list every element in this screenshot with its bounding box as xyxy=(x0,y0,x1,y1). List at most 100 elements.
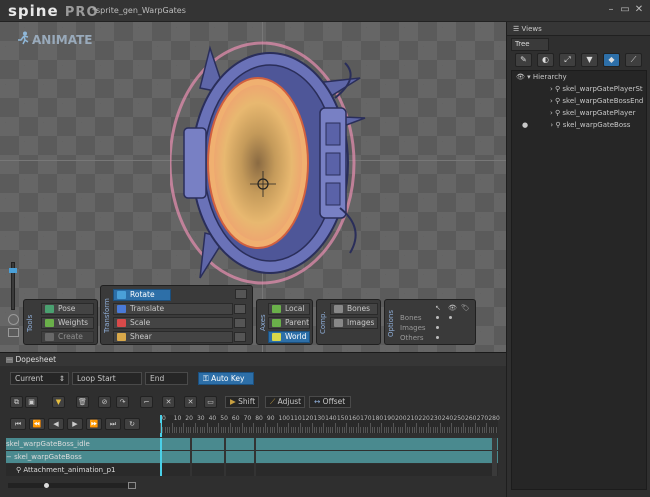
dopesheet-panel: ▤ Dopesheet Current ⇕ Loop Start End ⚿ Au… xyxy=(0,352,506,497)
ruler-tick xyxy=(444,427,446,433)
compensate-images-button[interactable]: Images xyxy=(330,317,378,329)
first-frame-icon[interactable]: ⏮ xyxy=(10,418,26,430)
ruler-tick xyxy=(255,427,257,433)
tree-item[interactable]: › ⚲ skel_warpGatePlayer xyxy=(512,108,646,119)
last-frame-icon[interactable]: ⏭ xyxy=(105,418,121,430)
shear-key-icon[interactable] xyxy=(234,332,246,342)
ruler-tick xyxy=(330,427,332,433)
scale-key-icon[interactable] xyxy=(234,318,246,328)
translate-key-icon[interactable] xyxy=(234,304,246,314)
ruler-tick xyxy=(486,423,488,433)
axes-panel: Axes Local Parent World xyxy=(256,299,313,345)
keyframe-marker[interactable] xyxy=(224,438,226,476)
cut-icon[interactable]: ✕ xyxy=(162,396,175,408)
option-bones-visible-dot[interactable] xyxy=(449,316,452,319)
maximize-button[interactable]: ▭ xyxy=(618,3,632,17)
ruler-tick-label: 100 xyxy=(278,415,290,422)
ruler-tick xyxy=(388,427,390,433)
next-key-icon[interactable]: ⏩ xyxy=(86,418,102,430)
curve-icon[interactable]: ↷ xyxy=(116,396,129,408)
ruler-tick-label: 230 xyxy=(430,415,442,422)
ruler-tick xyxy=(173,427,175,433)
tab-tree[interactable]: Tree xyxy=(511,38,549,51)
ruler-tick xyxy=(346,423,348,433)
scale-button[interactable]: Scale xyxy=(113,317,246,329)
timeline-zoom-scrollbar[interactable] xyxy=(8,483,128,488)
axes-parent-button[interactable]: Parent xyxy=(268,317,310,329)
prev-key-icon[interactable]: ⏪ xyxy=(29,418,45,430)
tree-item[interactable]: ● › ⚲ skel_warpGateBoss xyxy=(512,120,646,131)
adjust-button[interactable]: ⟋ Adjust xyxy=(265,396,305,408)
ruler-tick xyxy=(290,427,292,433)
close-button[interactable]: ✕ xyxy=(632,3,646,17)
tree-edit-icon[interactable]: ✎ xyxy=(515,53,532,67)
tree-hierarchy-row[interactable]: 👁 ▾ Hierarchy xyxy=(512,72,646,83)
tree-filter-icon[interactable]: ▼ xyxy=(581,53,598,67)
play-reverse-icon[interactable]: ◀ xyxy=(48,418,64,430)
clear-icon[interactable]: ✕ xyxy=(184,396,197,408)
end-field[interactable]: End xyxy=(145,372,188,385)
rotate-key-icon[interactable] xyxy=(235,289,247,299)
weights-button[interactable]: Weights xyxy=(41,317,94,329)
keyframe-marker[interactable] xyxy=(190,438,192,476)
preview-icon[interactable]: ▭ xyxy=(204,396,217,408)
tree-list[interactable]: 👁 ▾ Hierarchy › ⚲ skel_warpGatePlayerSt … xyxy=(511,70,647,490)
link-icon[interactable]: ⊘ xyxy=(98,396,111,408)
timeline-row[interactable]: ⚲ Attachment_animation_p1 xyxy=(6,464,498,476)
tree-item[interactable]: › ⚲ skel_warpGatePlayerSt xyxy=(512,84,646,95)
timeline-fit-icon[interactable] xyxy=(128,482,136,489)
option-tag-icon[interactable]: 🏷 xyxy=(461,304,470,312)
rotate-button[interactable]: Rotate xyxy=(113,289,171,301)
shift-button[interactable]: ▶ Shift xyxy=(225,396,259,408)
copy-icon[interactable]: ⧉ xyxy=(10,396,23,408)
current-frame-spinner-icon[interactable]: ⇕ xyxy=(59,373,65,384)
option-images-select-dot[interactable] xyxy=(436,326,439,329)
play-icon[interactable]: ▶ xyxy=(67,418,83,430)
option-bones-select-dot[interactable] xyxy=(436,316,439,319)
stepped-icon[interactable]: ⌐ xyxy=(140,396,153,408)
ruler-tick xyxy=(190,427,192,433)
pose-button[interactable]: Pose xyxy=(41,303,94,315)
shear-button[interactable]: Shear xyxy=(113,331,246,343)
timeline-row[interactable]: skel_warpGateBoss_idle xyxy=(6,438,498,450)
keyframe-marker[interactable] xyxy=(254,438,256,476)
zoom-slider-handle[interactable] xyxy=(9,268,17,273)
filter-icon[interactable]: ▼ xyxy=(52,396,65,408)
axes-world-button[interactable]: World xyxy=(268,331,310,343)
minimize-button[interactable]: – xyxy=(604,3,618,17)
loop-icon[interactable]: ↻ xyxy=(124,418,140,430)
tree-path-icon[interactable]: ⟋ xyxy=(625,53,642,67)
timeline-ruler[interactable]: 0 10 20 30 40 50 60 70 80 90 100 110 120 130 140 150 160… xyxy=(160,415,500,437)
views-menu[interactable]: ☰ Views xyxy=(513,25,542,33)
current-frame-field[interactable]: Current ⇕ xyxy=(10,372,69,385)
warp-gate-sprite[interactable] xyxy=(170,38,370,293)
translate-button[interactable]: Translate xyxy=(113,303,246,315)
option-eye-icon[interactable]: 👁 xyxy=(448,304,457,312)
timeline-vscroll[interactable] xyxy=(492,438,497,476)
zoom-icon[interactable] xyxy=(8,314,19,325)
loop-start-field[interactable]: Loop Start xyxy=(72,372,142,385)
ruler-tick xyxy=(488,427,490,433)
tree-contrast-icon[interactable]: ◐ xyxy=(537,53,554,67)
ruler-tick xyxy=(183,423,185,433)
offset-button[interactable]: ↔ Offset xyxy=(309,396,351,408)
tab-dopesheet[interactable]: ▤ Dopesheet xyxy=(6,355,56,364)
tree-bones-icon[interactable]: ◆ xyxy=(603,53,620,67)
axes-local-button[interactable]: Local xyxy=(268,303,310,315)
option-pointer-icon[interactable]: ↖ xyxy=(435,304,441,312)
ruler-tick xyxy=(467,427,469,433)
compensate-bones-button[interactable]: Bones xyxy=(330,303,378,315)
auto-key-button[interactable]: ⚿ Auto Key xyxy=(198,372,254,385)
viewport[interactable]: ANIMATE Tools Pose Weights Create Transf… xyxy=(0,22,506,352)
tree-expand-icon[interactable]: ⤢ xyxy=(559,53,576,67)
paste-icon[interactable]: ▣ xyxy=(25,396,38,408)
timeline-row[interactable]: − skel_warpGateBoss xyxy=(6,451,498,463)
collapse-icon[interactable]: − xyxy=(6,453,14,461)
create-button[interactable]: Create xyxy=(41,331,94,343)
ruler-tick xyxy=(463,423,465,433)
timeline-scroll-handle[interactable] xyxy=(44,483,49,488)
delete-icon[interactable]: 🗑 xyxy=(76,396,89,408)
fit-view-icon[interactable] xyxy=(8,328,19,337)
option-others-select-dot[interactable] xyxy=(436,336,439,339)
tree-item[interactable]: › ⚲ skel_warpGateBossEnd xyxy=(512,96,646,107)
